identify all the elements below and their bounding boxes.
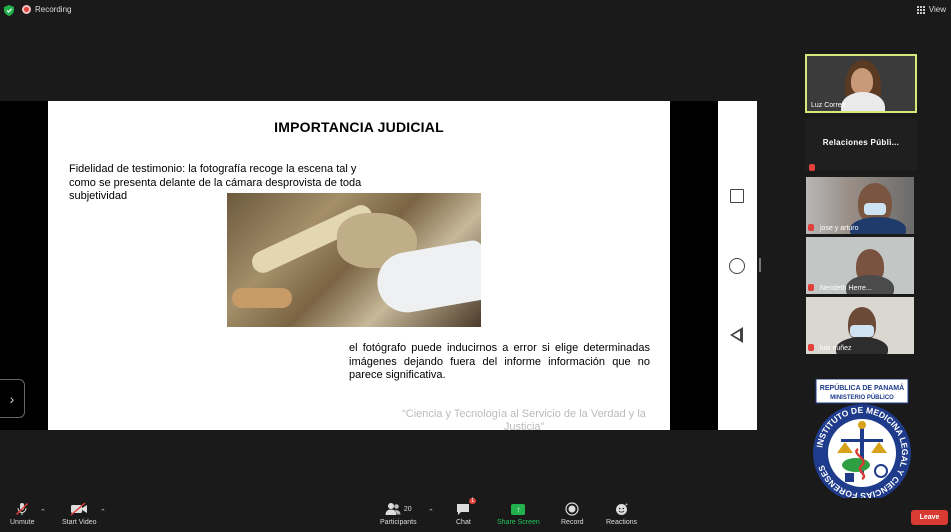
svg-text:REPÚBLICA DE PANAMÁ: REPÚBLICA DE PANAMÁ: [820, 383, 904, 392]
view-button[interactable]: View: [916, 5, 946, 14]
leave-button[interactable]: Leave: [911, 510, 948, 525]
chat-button[interactable]: 1 Chat: [456, 498, 477, 526]
grid-view-icon: [916, 5, 925, 14]
video-options-caret-icon[interactable]: ⌃: [100, 508, 106, 516]
expand-arrow-button[interactable]: ›: [0, 379, 25, 418]
chat-icon: [457, 504, 470, 515]
unmute-button[interactable]: Unmute: [10, 502, 35, 526]
footer-quote: “Ciencia y Tecnología al Servicio de la …: [402, 408, 646, 433]
chat-label: Chat: [456, 519, 471, 526]
shield-icon[interactable]: [4, 5, 14, 16]
video-off-icon: [70, 502, 88, 516]
participants-button[interactable]: 20 Participants: [380, 502, 417, 526]
participants-options-caret-icon[interactable]: ⌃: [428, 508, 434, 516]
start-video-label: Start Video: [62, 519, 97, 526]
chat-badge: 1: [469, 498, 477, 504]
recording-label: Recording: [35, 5, 72, 14]
video-tile[interactable]: Nerideth Herre...: [806, 237, 914, 294]
top-bar: Recording View: [0, 0, 951, 22]
share-screen-icon: ↑: [511, 503, 526, 515]
view-label: View: [928, 5, 946, 14]
participants-count: 20: [403, 505, 412, 513]
split-drag-handle[interactable]: [759, 258, 761, 272]
video-tile[interactable]: jose y arturo: [806, 177, 914, 234]
recent-apps-icon: [730, 189, 744, 203]
reactions-button[interactable]: + Reactions: [606, 502, 637, 526]
record-icon: [565, 502, 579, 516]
forensic-photo: [227, 193, 481, 327]
participant-name: Relaciones Públi...: [822, 138, 900, 147]
share-screen-label: Share Screen: [497, 519, 540, 526]
record-label: Record: [561, 519, 584, 526]
unmute-label: Unmute: [10, 519, 35, 526]
svg-text:+: +: [625, 502, 628, 508]
participant-name: Nerideth Herre...: [820, 285, 872, 292]
participant-name: jose y arturo: [820, 225, 859, 232]
start-video-button[interactable]: Start Video: [62, 502, 97, 526]
presentation-slide: IMPORTANCIA JUDICIAL Fidelidad de testim…: [48, 101, 670, 433]
shared-screen: IMPORTANCIA JUDICIAL Fidelidad de testim…: [0, 101, 757, 433]
participant-name: Luz Correa: [811, 102, 846, 109]
video-tile-active[interactable]: Luz Correa: [805, 54, 917, 113]
recording-indicator[interactable]: Recording: [22, 5, 71, 14]
recording-dot-icon: [22, 5, 31, 14]
participant-tile-group[interactable]: Relaciones Públi...: [805, 118, 917, 171]
reactions-icon: +: [615, 502, 628, 515]
muted-mic-icon: [808, 284, 814, 291]
slide-title: IMPORTANCIA JUDICIAL: [274, 119, 444, 135]
muted-mic-icon: [16, 503, 29, 515]
institute-logo: REPÚBLICA DE PANAMÁ MINISTERIO PÚBLICO I…: [813, 379, 911, 502]
error-text: el fotógrafo puede inducirnos a error si…: [349, 342, 650, 381]
audio-options-caret-icon[interactable]: ⌃: [40, 508, 46, 516]
participants-label: Participants: [380, 519, 417, 526]
svg-text:MINISTERIO PÚBLICO: MINISTERIO PÚBLICO: [830, 394, 894, 401]
video-tile[interactable]: luis nuñez: [806, 297, 914, 354]
participant-name: luis nuñez: [820, 345, 852, 352]
home-icon: [729, 258, 745, 274]
meeting-toolbar: Unmute ⌃ Start Video ⌃ 20 Participants ⌃: [0, 498, 951, 532]
chevron-right-icon: ›: [9, 390, 15, 407]
record-button[interactable]: Record: [561, 502, 584, 526]
phone-nav-bar: [718, 101, 757, 430]
muted-mic-icon: [808, 224, 814, 231]
share-screen-button[interactable]: ↑ Share Screen: [497, 502, 540, 526]
reactions-label: Reactions: [606, 519, 638, 526]
muted-mic-icon: [808, 344, 814, 351]
muted-mic-icon: [809, 164, 815, 171]
participants-icon: [385, 503, 401, 515]
